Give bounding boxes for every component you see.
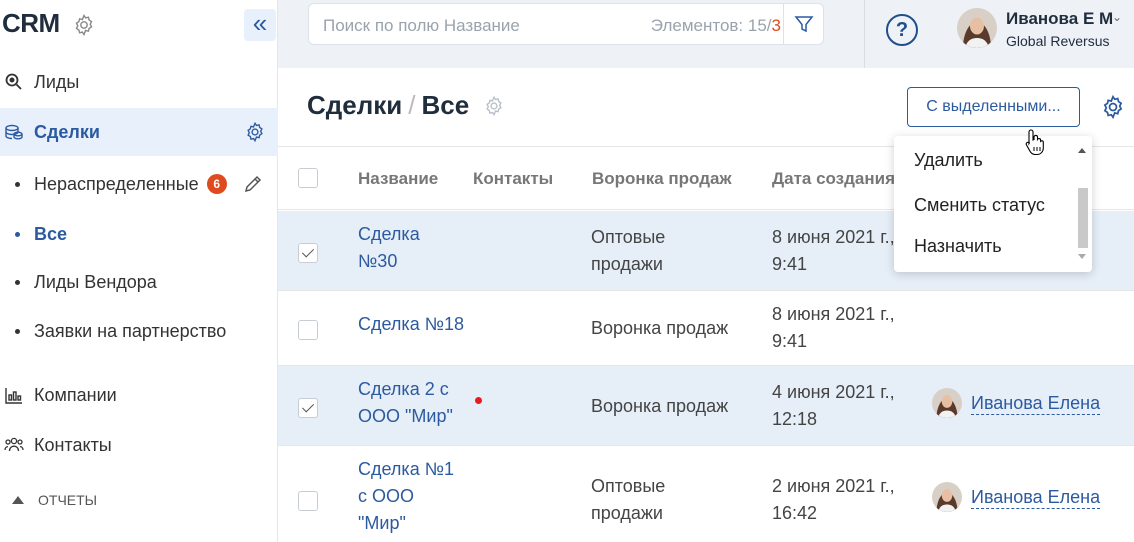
help-button[interactable]: ? <box>886 14 918 46</box>
row-checkbox[interactable] <box>298 398 318 418</box>
scroll-up-arrow-icon[interactable] <box>1078 148 1086 153</box>
funnel-cell: Оптовые продажи <box>591 227 666 274</box>
bullet-icon <box>15 328 20 334</box>
collapse-sidebar-button[interactable]: « <box>244 9 276 41</box>
deal-name-link[interactable]: Сделка №18 <box>358 311 464 338</box>
divider <box>864 0 865 68</box>
assignee[interactable]: Иванова Елена <box>932 388 1101 418</box>
table-row[interactable]: Сделка №1 с ООО "Мир" Оптовые продажи 2 июн… <box>278 446 1134 542</box>
row-checkbox[interactable] <box>298 491 318 511</box>
sidebar-item-label: Лиды <box>34 71 80 92</box>
funnel-cell: Воронка продаж <box>591 318 729 338</box>
scroll-down-arrow-icon[interactable] <box>1078 254 1086 259</box>
menu-item-change-status[interactable]: Сменить статус <box>914 195 1045 216</box>
sidebar-subitem-label: Нераспределенные <box>34 173 199 194</box>
created-date-cell: 8 июня 2021 г., 9:41 <box>772 227 895 274</box>
element-count: Элементов: 15/3 <box>650 16 781 35</box>
funnel-cell: Воронка продаж <box>591 396 729 416</box>
reports-label: ОТЧЕТЫ <box>38 492 98 508</box>
view-settings-gear-icon[interactable] <box>483 95 505 117</box>
crm-settings-gear-icon[interactable] <box>72 13 96 37</box>
bullet-icon <box>15 231 20 237</box>
search-input[interactable]: Поиск по полю Название Элементов: 15/3 <box>308 3 824 45</box>
sidebar-item-label: Компании <box>34 384 117 405</box>
crm-logo[interactable]: CRM <box>2 8 60 39</box>
column-header-funnel[interactable]: Воронка продаж <box>592 169 732 189</box>
hand-cursor-icon <box>1025 129 1044 156</box>
sidebar-subitem-all[interactable]: Все <box>0 212 278 256</box>
sidebar: CRM « Лиды Сделки Нераспределенные 6 Все… <box>0 0 278 542</box>
chevron-down-icon[interactable]: ⌄ <box>1112 10 1122 24</box>
sidebar-item-label: Контакты <box>34 434 112 455</box>
row-checkbox[interactable] <box>298 320 318 340</box>
sidebar-subitem-unassigned[interactable]: Нераспределенные 6 <box>0 162 278 206</box>
menu-item-delete[interactable]: Удалить <box>914 150 983 171</box>
bulk-actions-dropdown: Удалить Сменить статус Назначить <box>894 136 1092 272</box>
table-row[interactable]: Сделка 2 с ООО "Мир" Воронка продаж 4 июн… <box>278 366 1134 446</box>
logo-row: CRM « <box>0 0 278 50</box>
deal-name-link[interactable]: Сделка 2 с ООО "Мир" <box>358 376 453 430</box>
top-bar: Поиск по полю Название Элементов: 15/3 ?… <box>278 0 1134 68</box>
sidebar-subitem-vendor-leads[interactable]: Лиды Вендора <box>0 260 278 304</box>
people-icon <box>4 437 24 452</box>
deal-name-link[interactable]: Сделка №30 <box>358 221 420 275</box>
search-placeholder: Поиск по полю Название <box>323 16 520 35</box>
funnel-cell: Оптовые продажи <box>591 476 666 523</box>
unread-indicator <box>475 397 482 404</box>
select-all-checkbox[interactable] <box>298 168 318 188</box>
table-row[interactable]: Сделка №18 Воронка продаж 8 июня 2021 г.… <box>278 291 1134 366</box>
coins-icon <box>5 124 23 140</box>
menu-item-assign[interactable]: Назначить <box>914 236 1002 257</box>
with-selected-button[interactable]: С выделенными... <box>907 87 1080 127</box>
chart-icon <box>5 388 22 404</box>
user-name[interactable]: Иванова Е М <box>1006 9 1113 29</box>
sidebar-item-companies[interactable]: Компании <box>0 371 278 419</box>
sidebar-subitem-label: Лиды Вендора <box>34 271 157 292</box>
assignee-avatar <box>932 482 962 512</box>
sidebar-item-leads[interactable]: Лиды <box>0 58 278 106</box>
bullet-icon <box>15 279 20 285</box>
table-settings-gear-icon[interactable] <box>1100 94 1126 120</box>
triangle-up-icon <box>12 496 24 504</box>
column-header-contacts[interactable]: Контакты <box>473 169 553 189</box>
selected-count: 3 <box>771 16 781 35</box>
deal-name-link[interactable]: Сделка №1 с ООО "Мир" <box>358 456 454 537</box>
sidebar-subitem-label: Заявки на партнерство <box>34 320 227 341</box>
column-header-created[interactable]: Дата создания <box>772 169 895 189</box>
filter-button[interactable] <box>783 4 823 44</box>
sidebar-item-deals[interactable]: Сделки <box>0 108 278 156</box>
created-date-cell: 8 июня 2021 г., 9:41 <box>772 304 895 351</box>
search-leads-icon <box>5 73 22 90</box>
assignee-name[interactable]: Иванова Елена <box>971 392 1101 415</box>
sidebar-item-contacts[interactable]: Контакты <box>0 421 278 469</box>
deals-settings-gear-icon[interactable] <box>244 121 266 143</box>
reports-section-toggle[interactable]: ОТЧЕТЫ <box>0 480 97 520</box>
user-organization: Global Reversus <box>1006 33 1110 49</box>
assignee-avatar <box>932 388 962 418</box>
count-badge: 6 <box>206 174 227 194</box>
page-title: Сделки / Все <box>307 90 470 120</box>
user-avatar[interactable] <box>957 8 997 48</box>
sidebar-item-label: Сделки <box>34 121 100 142</box>
row-checkbox[interactable] <box>298 243 318 263</box>
pencil-icon[interactable] <box>242 173 264 195</box>
created-date-cell: 4 июня 2021 г., 12:18 <box>772 382 895 429</box>
created-date-cell: 2 июня 2021 г., 16:42 <box>772 476 895 523</box>
column-header-name[interactable]: Название <box>358 169 438 189</box>
sidebar-subitem-partnership[interactable]: Заявки на партнерство <box>0 309 278 353</box>
assignee-name[interactable]: Иванова Елена <box>971 486 1101 509</box>
scroll-thumb[interactable] <box>1078 188 1088 248</box>
dropdown-scrollbar[interactable] <box>1076 144 1088 264</box>
bullet-icon <box>15 181 20 187</box>
sidebar-subitem-label: Все <box>34 223 68 244</box>
filter-icon <box>794 16 814 33</box>
assignee[interactable]: Иванова Елена <box>932 482 1101 512</box>
